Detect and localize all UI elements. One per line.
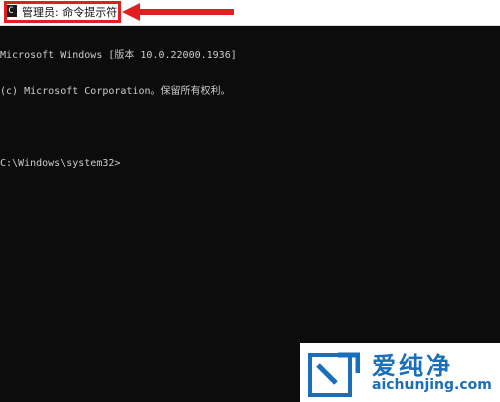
console-prompt: C:\Windows\system32> [0,158,121,169]
console-line-copyright: (c) Microsoft Corporation。保留所有权利。 [0,86,231,97]
console-output[interactable]: Microsoft Windows [版本 10.0.22000.1936] (… [0,26,500,182]
watermark: 爱纯净 aichunjing.com [300,343,500,402]
watermark-logo-icon [308,352,360,397]
watermark-title: 爱纯净 [372,352,453,380]
title-highlight-box [4,1,121,23]
annotation-arrow-icon [122,3,234,21]
watermark-url: aichunjing.com [372,377,492,393]
title-bar[interactable]: C 管理员: 命令提示符 [0,0,500,26]
console-line-version: Microsoft Windows [版本 10.0.22000.1936] [0,50,237,61]
